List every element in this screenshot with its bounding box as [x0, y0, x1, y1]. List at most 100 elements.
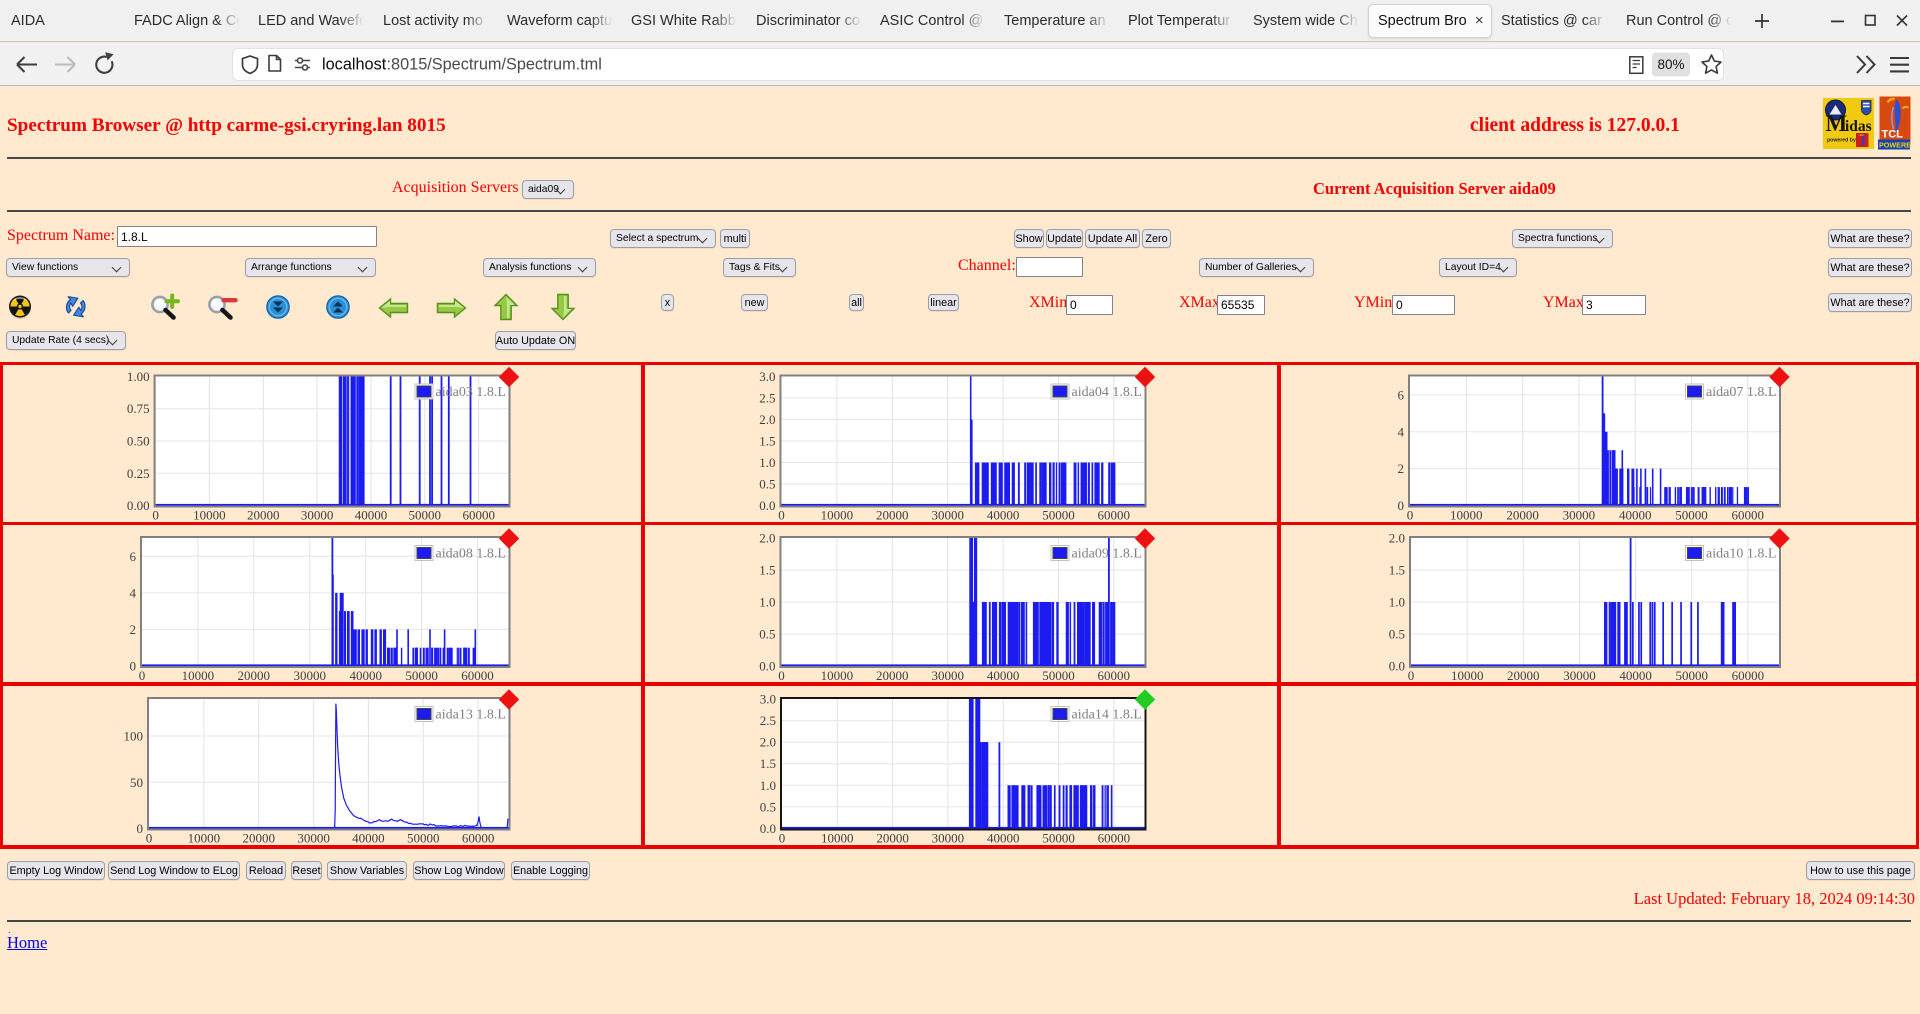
svg-text:50000: 50000 [1042, 507, 1075, 522]
svg-text:0.50: 0.50 [127, 433, 150, 448]
svg-text:50000: 50000 [1676, 668, 1709, 683]
svg-text:1.0: 1.0 [759, 595, 775, 610]
svg-text:60000: 60000 [1098, 668, 1131, 683]
svg-text:0.0: 0.0 [759, 498, 775, 513]
svg-text:60000: 60000 [461, 668, 494, 683]
svg-text:40000: 40000 [1619, 668, 1652, 683]
svg-text:aida03 1.8.L: aida03 1.8.L [436, 385, 506, 400]
svg-text:1.5: 1.5 [1389, 563, 1405, 578]
svg-text:1.0: 1.0 [760, 777, 776, 792]
svg-text:aida13 1.8.L: aida13 1.8.L [436, 707, 506, 722]
svg-text:0.25: 0.25 [127, 465, 150, 480]
svg-text:1.00: 1.00 [127, 369, 150, 384]
svg-text:50000: 50000 [409, 507, 442, 522]
svg-text:0.5: 0.5 [759, 476, 775, 491]
svg-text:powered by: powered by [1827, 138, 1856, 144]
svg-text:10000: 10000 [1450, 507, 1483, 522]
svg-text:0.00: 0.00 [127, 498, 150, 513]
svg-text:30000: 30000 [297, 830, 330, 845]
svg-text:10000: 10000 [821, 507, 854, 522]
svg-text:2.0: 2.0 [760, 734, 776, 749]
svg-text:20000: 20000 [242, 830, 275, 845]
svg-text:4: 4 [1398, 424, 1405, 439]
svg-text:0.5: 0.5 [760, 799, 776, 814]
svg-text:0: 0 [1407, 507, 1414, 522]
svg-text:40000: 40000 [1619, 507, 1652, 522]
svg-text:20000: 20000 [1506, 507, 1539, 522]
svg-text:10000: 10000 [821, 668, 854, 683]
svg-text:TCL: TCL [1882, 129, 1904, 141]
svg-text:20000: 20000 [238, 668, 271, 683]
svg-text:60000: 60000 [1732, 507, 1765, 522]
svg-text:30000: 30000 [294, 668, 327, 683]
svg-text:10000: 10000 [821, 830, 854, 845]
svg-text:50000: 50000 [405, 668, 438, 683]
svg-text:50000: 50000 [1042, 830, 1075, 845]
svg-text:50000: 50000 [1042, 668, 1075, 683]
svg-text:60000: 60000 [1098, 507, 1131, 522]
svg-text:50000: 50000 [407, 830, 440, 845]
svg-text:0: 0 [130, 659, 137, 674]
svg-text:30000: 30000 [932, 830, 965, 845]
svg-text:POWERED: POWERED [1879, 141, 1911, 150]
svg-text:0: 0 [778, 668, 785, 683]
svg-text:0: 0 [1398, 498, 1405, 513]
svg-text:0: 0 [152, 507, 159, 522]
svg-text:0.0: 0.0 [759, 659, 775, 674]
svg-text:40000: 40000 [987, 830, 1020, 845]
svg-text:50000: 50000 [1675, 507, 1708, 522]
svg-text:20000: 20000 [876, 830, 909, 845]
svg-text:2.0: 2.0 [759, 412, 775, 427]
svg-text:40000: 40000 [987, 507, 1020, 522]
svg-text:3.0: 3.0 [759, 369, 775, 384]
svg-text:aida07 1.8.L: aida07 1.8.L [1706, 385, 1776, 400]
svg-text:0: 0 [779, 830, 786, 845]
svg-text:60000: 60000 [462, 507, 495, 522]
svg-text::8015/Spectrum/Spectrum.tml: :8015/Spectrum/Spectrum.tml [387, 56, 602, 74]
svg-text:40000: 40000 [355, 507, 388, 522]
svg-text:idas: idas [1845, 118, 1872, 135]
svg-text:30000: 30000 [301, 507, 334, 522]
svg-text:aida14 1.8.L: aida14 1.8.L [1072, 707, 1142, 722]
svg-text:0: 0 [137, 821, 144, 836]
svg-text:50: 50 [130, 774, 143, 789]
svg-text:2.0: 2.0 [1389, 531, 1405, 546]
svg-text:100: 100 [124, 728, 144, 743]
svg-text:20000: 20000 [247, 507, 280, 522]
svg-text:40000: 40000 [349, 668, 382, 683]
svg-text:0: 0 [139, 668, 146, 683]
svg-text:aida09 1.8.L: aida09 1.8.L [1072, 547, 1142, 562]
svg-text:60000: 60000 [462, 830, 495, 845]
svg-text:10000: 10000 [1451, 668, 1484, 683]
svg-text:0.75: 0.75 [127, 401, 150, 416]
svg-text:aida04 1.8.L: aida04 1.8.L [1072, 385, 1142, 400]
svg-text:6: 6 [1398, 387, 1405, 402]
svg-text:2.5: 2.5 [760, 713, 776, 728]
svg-text:10000: 10000 [193, 507, 226, 522]
svg-text:10000: 10000 [182, 668, 215, 683]
svg-text:20000: 20000 [1507, 668, 1540, 683]
svg-text:20000: 20000 [876, 507, 909, 522]
svg-text:10000: 10000 [188, 830, 221, 845]
svg-text:60000: 60000 [1098, 830, 1131, 845]
svg-text:2: 2 [130, 622, 137, 637]
svg-text:0.0: 0.0 [760, 821, 776, 836]
svg-text:2.0: 2.0 [759, 531, 775, 546]
svg-text:30000: 30000 [1563, 507, 1596, 522]
svg-text:localhost: localhost [322, 56, 387, 74]
svg-text:0.0: 0.0 [1389, 659, 1405, 674]
svg-text:2.5: 2.5 [759, 390, 775, 405]
svg-text:1.0: 1.0 [1389, 595, 1405, 610]
svg-text:60000: 60000 [1732, 668, 1765, 683]
svg-text:30000: 30000 [1563, 668, 1596, 683]
svg-text:30000: 30000 [931, 507, 964, 522]
svg-text:1.0: 1.0 [759, 455, 775, 470]
svg-text:0.5: 0.5 [1389, 627, 1405, 642]
svg-text:1.5: 1.5 [759, 563, 775, 578]
svg-text:20000: 20000 [876, 668, 909, 683]
svg-text:3.0: 3.0 [760, 691, 776, 706]
svg-text:aida10 1.8.L: aida10 1.8.L [1706, 547, 1776, 562]
svg-text:0: 0 [146, 830, 153, 845]
svg-text:1.5: 1.5 [759, 433, 775, 448]
svg-text:1.5: 1.5 [760, 756, 776, 771]
